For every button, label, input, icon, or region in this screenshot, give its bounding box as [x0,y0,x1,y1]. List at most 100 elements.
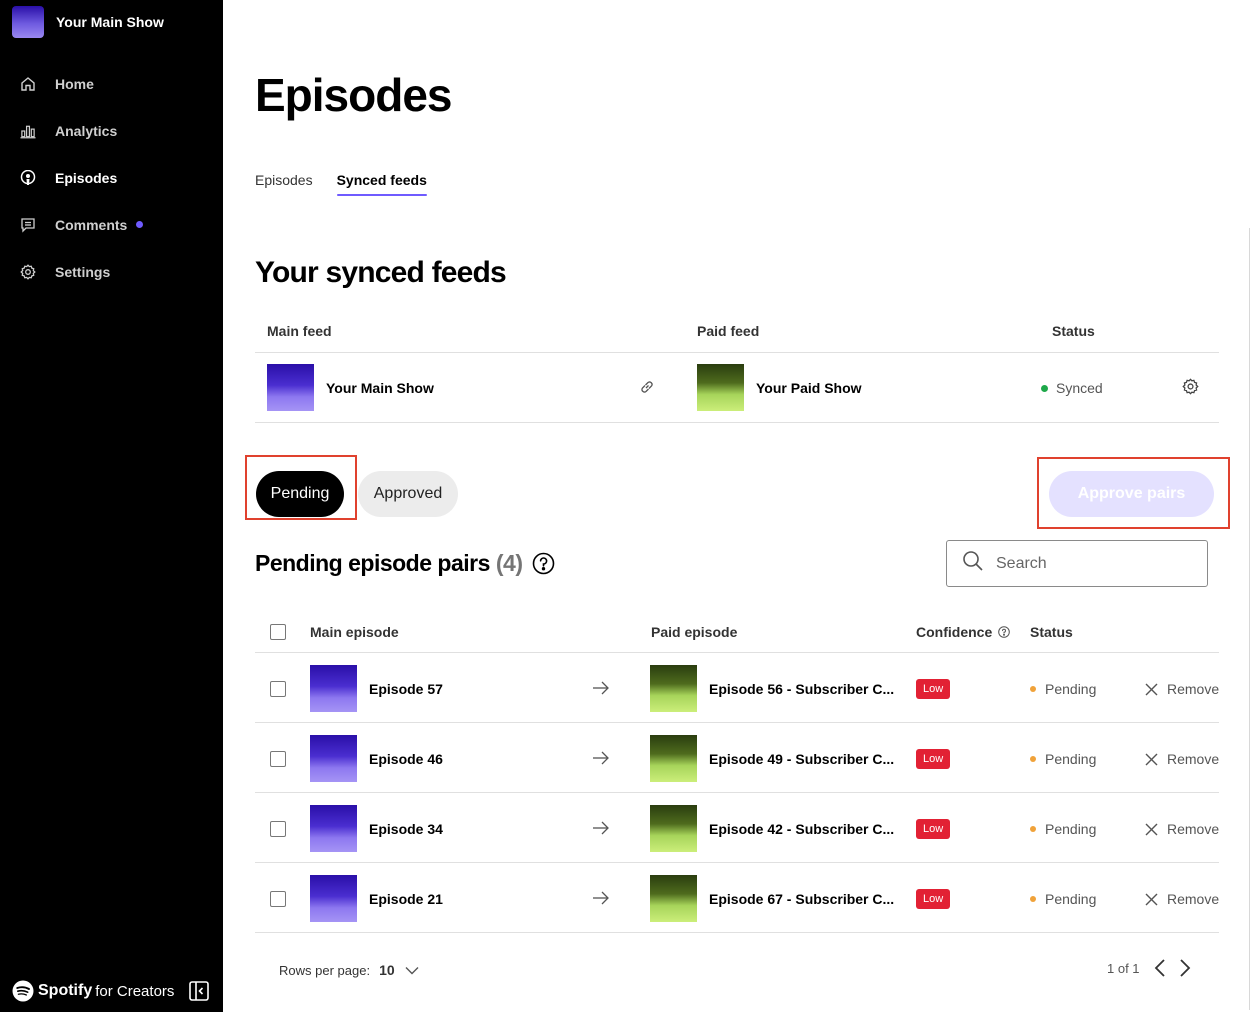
rows-per-page-value[interactable]: 10 [379,962,395,978]
confidence-badge: Low [916,679,951,699]
page-title: Episodes [255,69,453,121]
sync-status-label: Synced [1056,380,1103,396]
approved-filter-button[interactable]: Approved [358,471,458,517]
status-label: Pending [1045,821,1097,837]
arrow-right-icon [592,680,610,701]
confidence-badge: Low [916,889,951,909]
page-info: 1 of 1 [1107,960,1140,976]
confidence-help-icon[interactable] [998,626,1011,638]
confidence-badge: Low [916,749,951,769]
main-episode-title: Episode 21 [369,891,443,907]
status-label: Pending [1045,681,1097,697]
paid-episode-title: Episode 56 - Subscriber C... [709,681,895,697]
sidebar-item-home[interactable]: Home [0,60,223,107]
sidebar-item-episodes[interactable]: Episodes [0,154,223,201]
main-episode-thumbnail [310,735,357,782]
status-label: Pending [1045,751,1097,767]
paid-episode-title: Episode 67 - Subscriber C... [709,891,895,907]
help-icon[interactable] [532,552,555,575]
table-row: Episode 34 Episode 42 - Subscriber C... … [255,793,1219,863]
table-header: Main feed Paid feed Status [255,320,1219,353]
next-page-chevron-icon[interactable] [1179,958,1191,978]
sidebar-item-label: Comments [55,216,128,233]
collapse-sidebar-icon[interactable] [189,981,210,1001]
analytics-icon [20,123,36,139]
show-switcher[interactable]: Your Main Show [12,6,164,38]
link-icon [639,379,655,400]
pending-pairs-table: Main episode Paid episode Confidence Sta… [255,612,1219,933]
sidebar-item-comments[interactable]: Comments [0,201,223,248]
tab-synced-feeds[interactable]: Synced feeds [336,172,428,196]
confidence-header-label: Confidence [916,624,993,640]
main-episode-thumbnail [310,665,357,712]
pending-pairs-count: (4) [495,550,523,576]
show-thumbnail [12,6,44,38]
pending-pairs-title: Pending episode pairs (4) [255,550,555,577]
rows-per-page: Rows per page: 10 [279,962,419,978]
arrow-right-icon [592,890,610,911]
paid-episode-thumbnail [650,665,697,712]
main-feed-name: Your Main Show [326,380,434,396]
sidebar-item-label: Home [55,75,94,92]
pending-status-dot [1030,826,1036,832]
status-header: Status [1030,624,1073,640]
synced-feeds-title: Your synced feeds [255,256,507,289]
tabs: Episodes Synced feeds [255,172,451,196]
spotify-for-creators-logo[interactable]: Spotify for Creators [12,980,210,1002]
remove-label: Remove [1167,751,1220,767]
confidence-header: Confidence [916,624,1011,640]
pending-filter-button[interactable]: Pending [256,471,344,517]
sidebar-item-label: Settings [55,263,111,280]
remove-button[interactable]: Remove [1145,821,1219,837]
select-all-checkbox[interactable] [270,624,286,640]
paid-episode-title: Episode 49 - Subscriber C... [709,751,895,767]
table-row: Your Main Show Your Paid Show Synced [255,353,1219,423]
sidebar-item-label: Analytics [55,122,118,139]
status-header: Status [1052,323,1095,339]
main-episode-title: Episode 57 [369,681,443,697]
close-icon [1145,753,1158,765]
pending-status-dot [1030,686,1036,692]
search-icon [962,550,984,577]
remove-button[interactable]: Remove [1145,681,1219,697]
row-checkbox[interactable] [270,821,286,837]
search-field[interactable] [946,540,1208,587]
tab-episodes[interactable]: Episodes [255,172,313,196]
brand-for-creators-text: for Creators [95,982,175,1000]
pending-status-dot [1030,896,1036,902]
previous-page-chevron-icon[interactable] [1154,958,1166,978]
comments-icon [20,217,36,233]
main-feed-thumbnail [267,364,314,411]
row-checkbox[interactable] [270,891,286,907]
main-content: Episodes Episodes Synced feeds Your sync… [223,0,1252,1012]
sidebar-item-settings[interactable]: Settings [0,248,223,295]
status-cell: Pending [1030,821,1096,837]
row-checkbox[interactable] [270,681,286,697]
remove-button[interactable]: Remove [1145,751,1219,767]
search-input[interactable] [996,554,1196,573]
gear-icon [20,263,36,280]
remove-button[interactable]: Remove [1145,891,1219,907]
approve-pairs-button[interactable]: Approve pairs [1049,471,1214,517]
remove-label: Remove [1167,681,1220,697]
remove-label: Remove [1167,891,1220,907]
pending-pairs-title-text: Pending episode pairs [255,550,490,576]
arrow-right-icon [592,750,610,771]
synced-status-dot [1041,384,1048,392]
sidebar-item-analytics[interactable]: Analytics [0,107,223,154]
paid-episode-thumbnail [650,735,697,782]
paid-feed-thumbnail [697,364,744,411]
main-episode-thumbnail [310,875,357,922]
paid-episode-thumbnail [650,805,697,852]
row-checkbox[interactable] [270,751,286,767]
chevron-down-icon[interactable] [405,966,419,975]
table-row: Episode 21 Episode 67 - Subscriber C... … [255,863,1219,933]
scrollbar[interactable] [1249,228,1250,1010]
main-feed-header: Main feed [267,323,332,339]
paid-feed-name: Your Paid Show [756,380,862,396]
pending-status-dot [1030,756,1036,762]
close-icon [1145,893,1158,905]
notification-dot [136,221,144,228]
brand-spotify-text: Spotify [38,982,93,999]
feed-settings-gear-icon[interactable] [1182,378,1199,400]
